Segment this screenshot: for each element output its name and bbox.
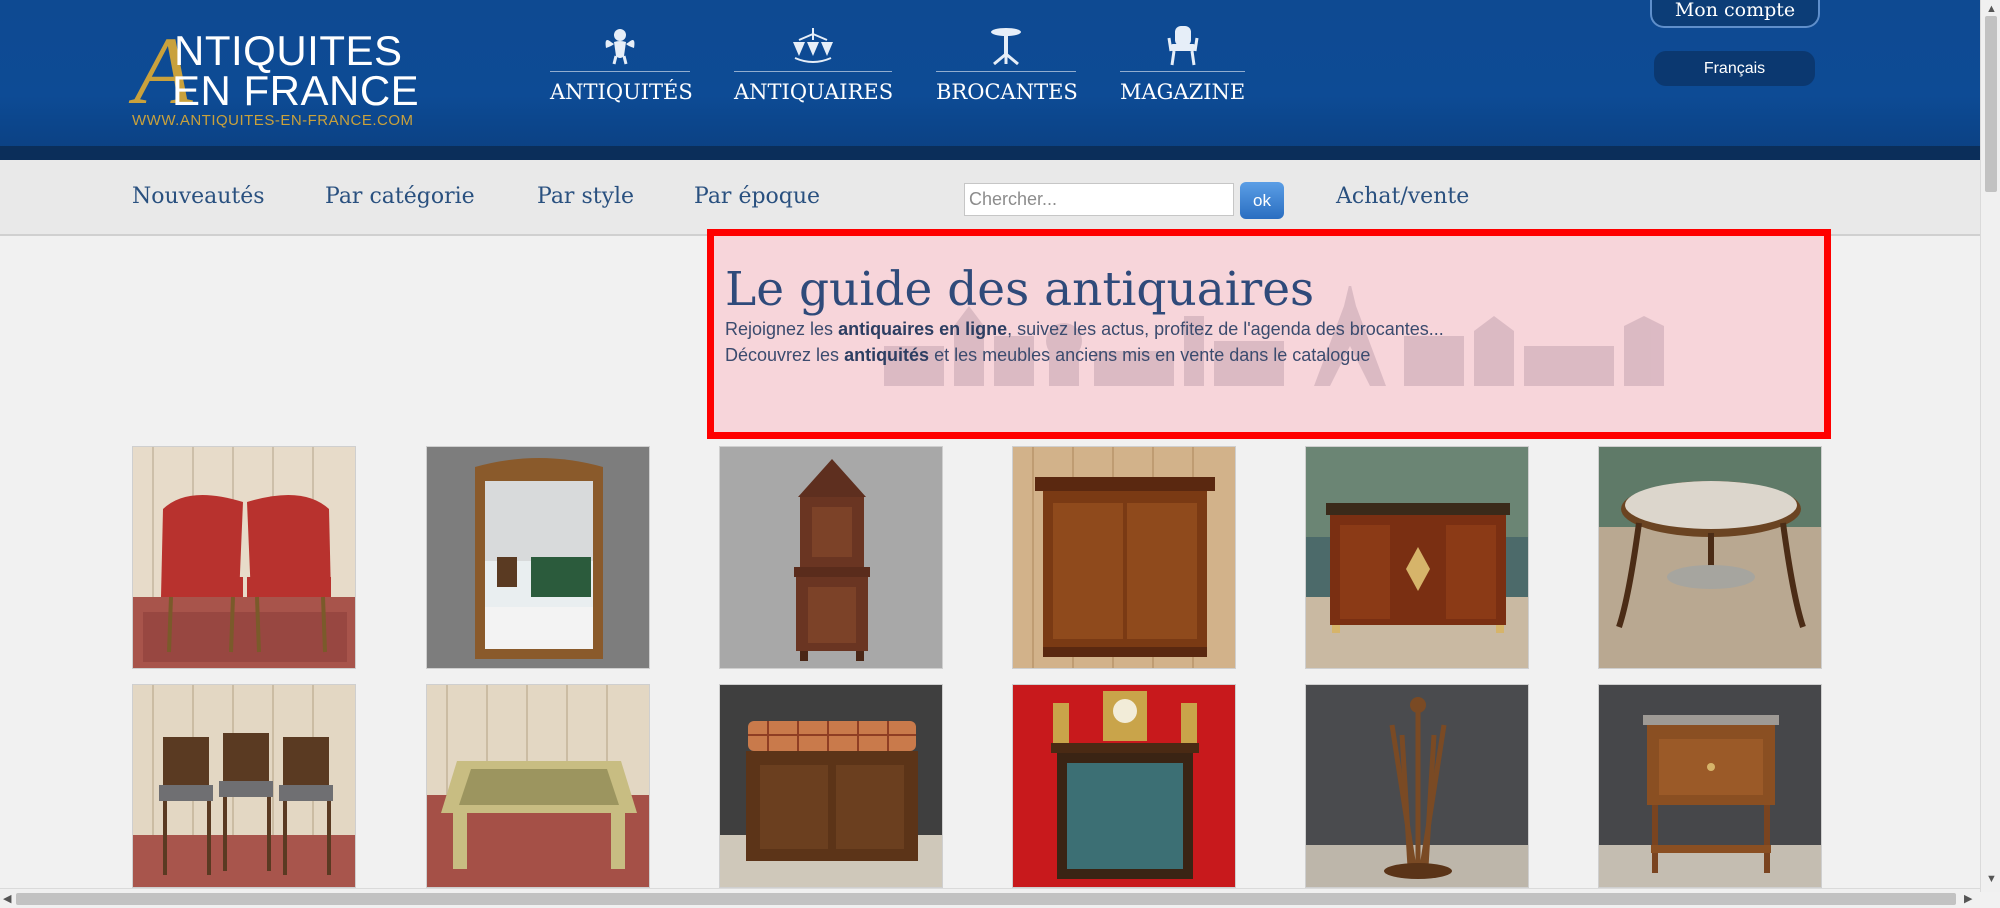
logo-line-1: NTIQUITES [174, 27, 403, 74]
cherub-icon [550, 22, 690, 66]
horizontal-scroll-thumb[interactable] [16, 893, 1956, 905]
hero-text: Découvrez les [725, 345, 845, 365]
product-carved-cabinet[interactable] [719, 446, 943, 669]
product-wardrobe[interactable] [1012, 446, 1236, 669]
horizontal-scrollbar[interactable]: ◀ ▶ [0, 888, 1980, 908]
product-vitrine-with-clock[interactable] [1012, 684, 1236, 888]
logo-url: WWW.ANTIQUITES-EN-FRANCE.COM [132, 112, 414, 129]
main-nav-label: BROCANTES [936, 80, 1078, 104]
main-nav-antiquaires[interactable]: ANTIQUAIRES [734, 22, 894, 112]
hero-text-line-2: Découvrez les antiquités et les meubles … [725, 345, 1370, 366]
scroll-right-icon[interactable]: ▶ [1964, 892, 1972, 906]
nav-par-epoque[interactable]: Par époque [694, 184, 820, 209]
vertical-scrollbar[interactable]: ▲ ▼ [1980, 0, 2000, 892]
hero-text: Rejoignez les [725, 319, 839, 339]
product-pair-of-red-armchairs[interactable] [132, 446, 356, 669]
main-nav: ANTIQUITÉS ANTIQUAIRES BROCANTES MAGAZIN… [550, 22, 1289, 112]
main-nav-label: MAGAZINE [1120, 80, 1246, 104]
main-nav-label: ANTIQUITÉS [550, 80, 693, 104]
product-sideboard[interactable] [1305, 446, 1529, 669]
product-coffee-table[interactable] [426, 684, 650, 888]
language-selector[interactable]: Français [1654, 51, 1815, 86]
logo-line-2: EN FRANCE [172, 67, 420, 114]
account-button[interactable]: Mon compte [1650, 0, 1820, 28]
product-set-of-chairs[interactable] [132, 684, 356, 888]
site-logo[interactable]: A NTIQUITES EN FRANCE WWW.ANTIQUITES-EN-… [130, 23, 440, 130]
main-nav-magazine[interactable]: MAGAZINE [1120, 22, 1245, 112]
hero-banner: Le guide des antiquaires Rejoignez les a… [707, 229, 1831, 439]
hero-text: , suivez les actus, profitez de l'agenda… [1007, 319, 1444, 339]
pedestal-table-icon [936, 22, 1076, 66]
scroll-up-icon[interactable]: ▲ [1986, 2, 1997, 16]
hero-text: et les meubles anciens mis en vente dans… [929, 345, 1371, 365]
scroll-left-icon[interactable]: ◀ [3, 892, 11, 906]
main-nav-antiquites[interactable]: ANTIQUITÉS [550, 22, 693, 112]
antiquites-link[interactable]: antiquités [844, 345, 929, 365]
nav-nouveautes[interactable]: Nouveautés [132, 184, 265, 209]
hero-title: Le guide des antiquaires [725, 262, 1315, 317]
product-round-marble-table[interactable] [1598, 446, 1822, 669]
nav-achat-vente[interactable]: Achat/vente [1336, 184, 1469, 209]
hero-text-line-1: Rejoignez les antiquaires en ligne, suiv… [725, 319, 1444, 340]
scroll-down-icon[interactable]: ▼ [1986, 872, 1997, 886]
product-blanket-chest[interactable] [719, 684, 943, 888]
vertical-scroll-thumb[interactable] [1985, 16, 1997, 192]
chandelier-icon [734, 22, 892, 66]
header-strip [0, 146, 1980, 160]
search-button[interactable]: ok [1240, 182, 1284, 219]
search-input[interactable] [964, 183, 1234, 216]
main-nav-brocantes[interactable]: BROCANTES [936, 22, 1078, 112]
main-nav-label: ANTIQUAIRES [734, 80, 894, 104]
nav-par-categorie[interactable]: Par catégorie [325, 184, 475, 209]
nav-par-style[interactable]: Par style [537, 184, 634, 209]
product-nightstand[interactable] [1598, 684, 1822, 888]
product-wall-mirror[interactable] [426, 446, 650, 669]
antiquaires-en-ligne-link[interactable]: antiquaires en ligne [838, 319, 1007, 339]
armchair-icon [1120, 22, 1245, 66]
product-cane-stand[interactable] [1305, 684, 1529, 888]
